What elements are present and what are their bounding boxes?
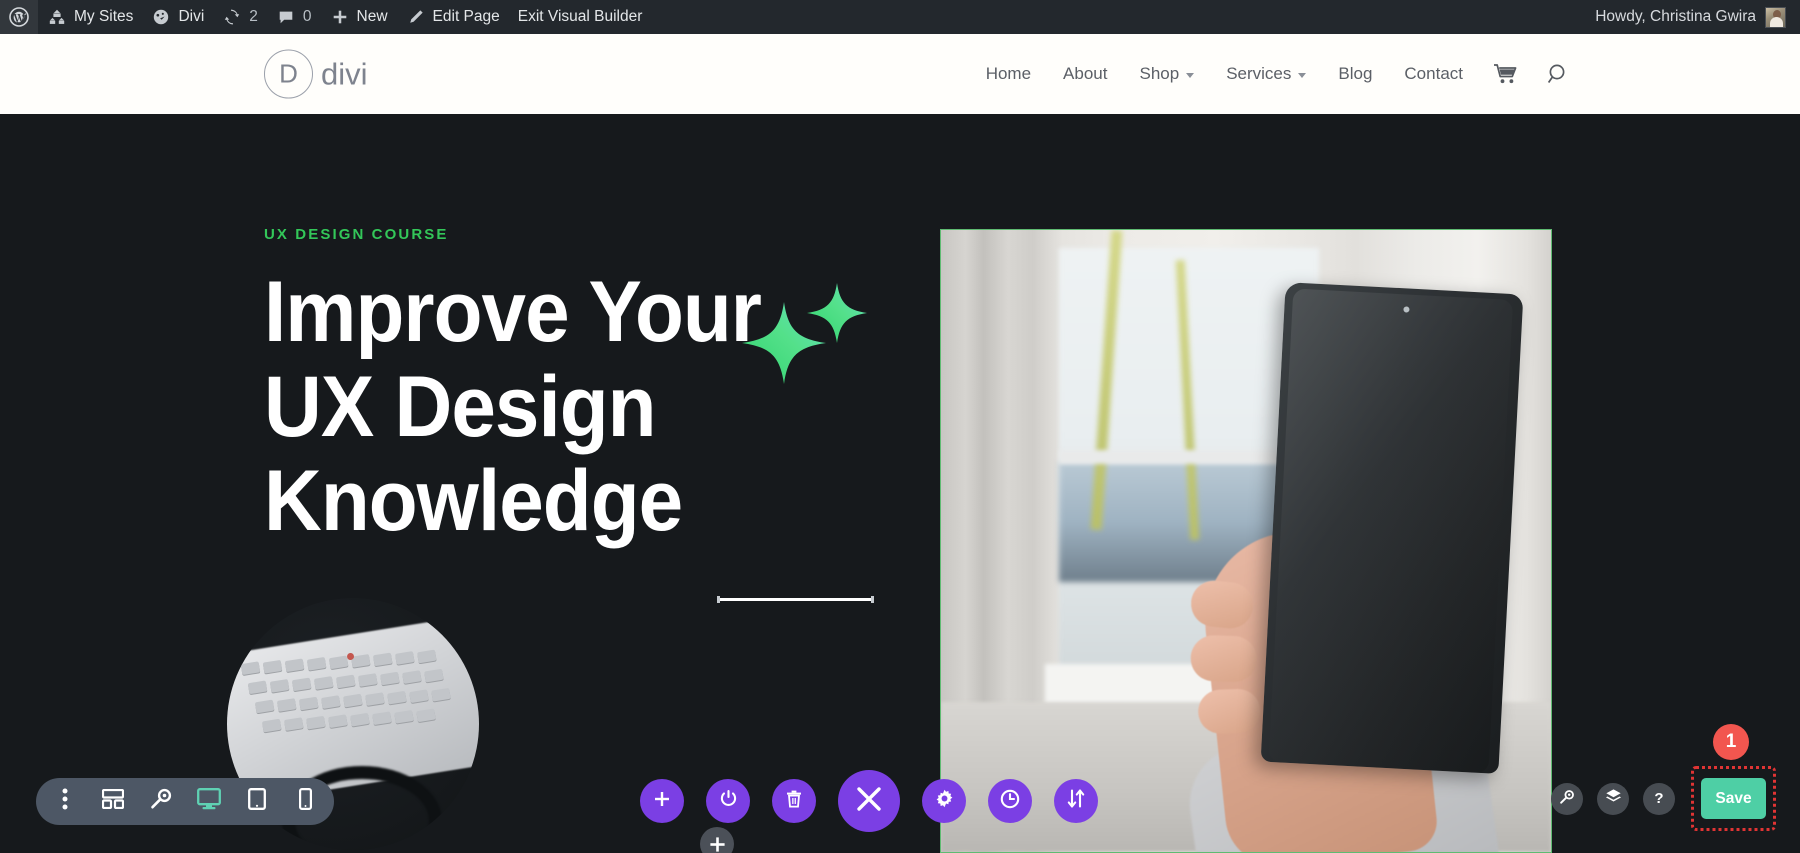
save-button[interactable]: Save: [1701, 778, 1766, 819]
speedometer-icon: [151, 7, 171, 27]
adminbar-comments[interactable]: 0: [267, 0, 321, 34]
sparkle-decoration: [742, 281, 872, 391]
adminbar-account-area: Howdy, Christina Gwira: [1587, 0, 1800, 34]
adminbar-new-label: New: [356, 8, 388, 25]
adminbar-updates-count: 2: [249, 8, 258, 25]
adminbar-edit-page[interactable]: Edit Page: [397, 0, 509, 34]
vb-search-button[interactable]: [1551, 782, 1583, 815]
nav-item-about[interactable]: About: [1047, 64, 1123, 84]
photo-finger-3: [1197, 688, 1261, 735]
chevron-down-icon: [1298, 73, 1307, 78]
vb-desktop-view-button[interactable]: [185, 778, 233, 825]
clock-icon: [1000, 789, 1020, 814]
adminbar-comments-count: 0: [302, 8, 312, 25]
close-x-icon: [856, 786, 882, 817]
nav-item-shop[interactable]: Shop: [1123, 64, 1210, 84]
vb-delete-button[interactable]: [772, 779, 816, 823]
vb-settings-button[interactable]: [922, 779, 966, 823]
hero-image[interactable]: [940, 229, 1552, 853]
vb-center-toolbar: [640, 770, 1098, 832]
nav-item-services-label: Services: [1226, 64, 1292, 83]
question-mark-icon: ?: [1654, 790, 1664, 807]
pencil-icon: [406, 7, 426, 27]
vb-power-button[interactable]: [706, 779, 750, 823]
plus-icon: [330, 7, 350, 27]
updates-icon: [222, 7, 242, 27]
desktop-icon: [197, 788, 221, 815]
wp-admin-bar: My Sites Divi 2 0 New Edit Page Exit Vis…: [0, 0, 1800, 34]
vb-layers-button[interactable]: [1597, 782, 1629, 815]
wireframe-icon: [101, 788, 125, 814]
photo-finger-2: [1189, 634, 1258, 683]
wordpress-icon: [9, 7, 29, 27]
vb-help-button[interactable]: ?: [1643, 782, 1675, 815]
primary-navigation: Home About Shop Services Blog Contact: [970, 62, 1584, 86]
vb-tablet-view-button[interactable]: [233, 778, 281, 825]
nav-item-about-label: About: [1063, 64, 1108, 83]
adminbar-wordpress-logo[interactable]: [0, 0, 38, 34]
hero-divider: [717, 596, 874, 603]
adminbar-updates[interactable]: 2: [213, 0, 267, 34]
adminbar-divi-label: Divi: [178, 8, 205, 25]
trash-icon: [786, 790, 802, 813]
vb-left-toolbar: [36, 778, 334, 825]
mobile-icon: [298, 788, 312, 815]
layers-icon: [1605, 788, 1622, 809]
vb-save-area: 1 Save: [1691, 724, 1776, 831]
photo-phone-camera: [1403, 306, 1410, 313]
nav-item-services[interactable]: Services: [1210, 64, 1322, 84]
adminbar-divi[interactable]: Divi: [142, 0, 213, 34]
adminbar-exit-vb-label: Exit Visual Builder: [517, 8, 643, 25]
search-icon[interactable]: [1532, 62, 1584, 86]
multisite-icon: [47, 7, 67, 27]
magnifier-icon: [1559, 789, 1575, 809]
adminbar-my-sites-label: My Sites: [74, 8, 134, 25]
divi-logo-icon: D: [264, 49, 313, 99]
power-icon: [719, 789, 738, 813]
adminbar-howdy[interactable]: Howdy, Christina Gwira: [1587, 0, 1794, 34]
vb-zoom-button[interactable]: [137, 778, 185, 825]
nav-item-home[interactable]: Home: [970, 64, 1047, 84]
adminbar-howdy-label: Howdy, Christina Gwira: [1595, 8, 1756, 25]
vertical-dots-icon: [62, 788, 68, 815]
nav-item-blog[interactable]: Blog: [1322, 64, 1388, 84]
adminbar-my-sites[interactable]: My Sites: [38, 0, 142, 34]
gear-icon: [935, 789, 954, 813]
step-badge: 1: [1713, 724, 1749, 760]
vb-more-options-button[interactable]: [41, 778, 89, 825]
vb-add-section-button[interactable]: [640, 779, 684, 823]
nav-item-blog-label: Blog: [1338, 64, 1373, 83]
adminbar-exit-visual-builder[interactable]: Exit Visual Builder: [509, 0, 652, 34]
up-down-arrows-icon: [1067, 789, 1085, 813]
vb-responsive-toggle-button[interactable]: [1054, 779, 1098, 823]
site-header: D divi Home About Shop Services Blog Con…: [0, 34, 1800, 114]
vb-close-menu-button[interactable]: [838, 770, 900, 832]
plus-icon: [654, 791, 670, 812]
vb-wireframe-button[interactable]: [89, 778, 137, 825]
nav-item-shop-label: Shop: [1139, 64, 1180, 83]
site-logo[interactable]: D divi: [264, 49, 368, 99]
hero-section: UX DESIGN COURSE Improve Your UX Design …: [0, 114, 1800, 853]
hero-title-line-3: Knowledge: [264, 453, 683, 550]
adminbar-edit-page-label: Edit Page: [432, 8, 500, 25]
vb-history-button[interactable]: [988, 779, 1032, 823]
nav-item-contact[interactable]: Contact: [1388, 64, 1479, 84]
vb-right-toolbar: ? 1 Save: [1551, 724, 1776, 831]
avatar: [1765, 6, 1786, 28]
adminbar-new[interactable]: New: [321, 0, 397, 34]
comment-icon: [276, 7, 296, 27]
shopping-cart-icon[interactable]: [1479, 63, 1532, 85]
tablet-icon: [248, 788, 266, 815]
nav-item-home-label: Home: [985, 64, 1032, 83]
magnifier-icon: [150, 788, 172, 815]
chevron-down-icon: [1186, 73, 1195, 78]
hero-eyebrow: UX DESIGN COURSE: [264, 226, 449, 243]
nav-item-contact-label: Contact: [1404, 64, 1463, 83]
photo-smartphone: [1260, 282, 1524, 774]
site-logo-text: divi: [321, 56, 368, 91]
vb-phone-view-button[interactable]: [281, 778, 329, 825]
